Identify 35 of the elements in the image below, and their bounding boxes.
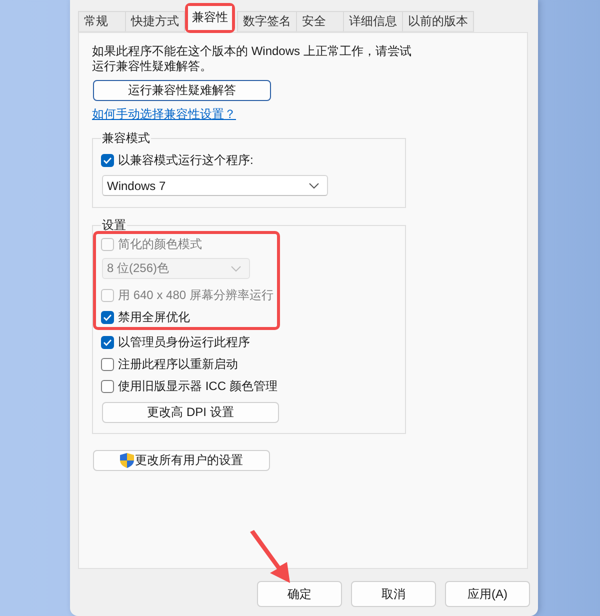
tab[interactable]: 快捷方式: [125, 11, 185, 32]
checkmark-icon: [103, 314, 112, 320]
checkbox-label: 用 640 x 480 屏幕分辨率运行: [118, 286, 274, 304]
checkbox-label: 使用旧版显示器 ICC 颜色管理: [118, 378, 278, 394]
dialog-button[interactable]: 应用(A): [445, 581, 530, 607]
shield-icon: [120, 453, 134, 468]
intro-text: 如果此程序不能在这个版本的 Windows 上正常工作，请尝试运行兼容性疑难解答。: [92, 44, 412, 74]
tab[interactable]: 常规: [78, 11, 126, 32]
tab[interactable]: 详细信息: [343, 11, 403, 32]
tab[interactable]: 兼容性: [188, 6, 232, 30]
checkmark-icon: [103, 338, 112, 346]
checkbox-label: 以管理员身份运行此程序: [118, 334, 250, 350]
checkbox-label: 禁用全屏优化: [118, 308, 190, 326]
checkbox-label: 简化的颜色模式: [118, 236, 202, 252]
chevron-down-icon: [309, 182, 319, 188]
dialog-button[interactable]: 确定: [257, 581, 342, 607]
checkbox[interactable]: [101, 336, 114, 348]
help-link[interactable]: 如何手动选择兼容性设置？: [92, 107, 236, 122]
all-users-settings-button[interactable]: 更改所有用户的设置: [93, 450, 270, 471]
checkmark-icon: [103, 156, 112, 164]
chevron-down-icon: [231, 266, 241, 272]
checkbox-label: 以兼容模式运行这个程序:: [118, 152, 254, 168]
group-title: 兼容模式: [101, 131, 151, 145]
tab[interactable]: 安全: [296, 11, 344, 32]
dropdown[interactable]: Windows 7: [102, 175, 328, 196]
troubleshoot-button[interactable]: 运行兼容性疑难解答: [93, 80, 271, 101]
checkbox[interactable]: [101, 358, 114, 370]
checkbox[interactable]: [101, 380, 114, 392]
dpi-settings-button[interactable]: 更改高 DPI 设置: [102, 402, 279, 423]
tab[interactable]: 以前的版本: [402, 11, 474, 32]
checkbox[interactable]: [101, 154, 114, 166]
tab[interactable]: 数字签名: [237, 11, 297, 32]
checkbox-label: 注册此程序以重新启动: [118, 356, 238, 372]
group-title: 设置: [101, 219, 127, 231]
dialog-button[interactable]: 取消: [351, 581, 436, 607]
